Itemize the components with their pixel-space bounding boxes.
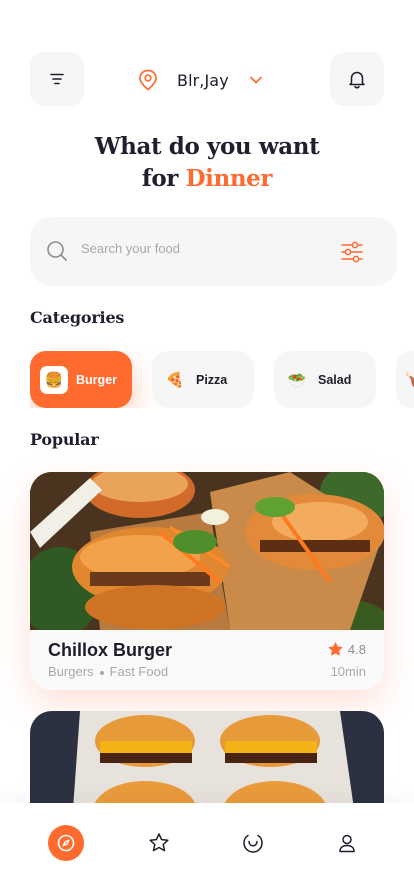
category-label: Burger bbox=[76, 372, 117, 387]
chevron-down-icon bbox=[249, 76, 262, 84]
category-label: Pizza bbox=[196, 372, 228, 387]
category-chip-pizza[interactable]: 🍕 Pizza bbox=[152, 351, 254, 408]
nav-favorites[interactable] bbox=[141, 825, 177, 861]
filter-lines-icon bbox=[50, 73, 64, 85]
bottom-nav bbox=[0, 803, 414, 896]
menu-button[interactable] bbox=[30, 52, 84, 106]
nav-orders[interactable] bbox=[235, 825, 271, 861]
food-tag: Burgers bbox=[48, 664, 94, 679]
popular-title: Popular bbox=[30, 430, 99, 449]
delivery-time: 10min bbox=[330, 664, 366, 679]
headline-line1: What do you want bbox=[94, 133, 320, 160]
burger-icon: 🍔 bbox=[40, 365, 68, 394]
search-input[interactable]: Search your food bbox=[81, 241, 180, 256]
food-card-info: Chillox Burger Burgers Fast Food 4.8 10mi… bbox=[30, 630, 384, 690]
bell-icon bbox=[349, 71, 365, 89]
location-label: Blr,Jay bbox=[177, 70, 229, 90]
map-pin-icon bbox=[139, 69, 157, 91]
category-chip-partial[interactable]: 🍗 bbox=[396, 351, 414, 408]
location-selector[interactable]: Blr,Jay bbox=[138, 67, 263, 93]
food-tags: Burgers Fast Food bbox=[48, 664, 168, 679]
salad-icon: 🥗 bbox=[287, 370, 307, 389]
food-card[interactable]: Chillox Burger Burgers Fast Food 4.8 10mi… bbox=[30, 472, 384, 690]
star-icon bbox=[328, 642, 343, 656]
orders-icon bbox=[243, 834, 263, 853]
food-photo bbox=[30, 472, 384, 630]
food-name: Chillox Burger bbox=[48, 640, 173, 660]
food-rating: 4.8 bbox=[328, 642, 366, 657]
rating-value: 4.8 bbox=[347, 642, 366, 657]
food-tag: Fast Food bbox=[109, 664, 169, 679]
category-list: 🍔 Burger 🍕 Pizza 🥗 Salad 🍗 bbox=[30, 351, 414, 408]
headline-accent: Dinner bbox=[185, 165, 273, 192]
page-headline: What do you want for Dinner bbox=[0, 131, 414, 195]
compass-icon bbox=[57, 834, 75, 852]
profile-icon bbox=[339, 834, 355, 853]
nav-explore[interactable] bbox=[48, 825, 84, 861]
search-bar[interactable]: Search your food bbox=[30, 217, 397, 286]
category-label: Salad bbox=[318, 372, 352, 387]
notification-button[interactable] bbox=[330, 52, 384, 106]
category-chip-burger[interactable]: 🍔 Burger bbox=[30, 351, 132, 408]
nav-profile[interactable] bbox=[329, 825, 365, 861]
top-bar: Blr,Jay bbox=[30, 52, 384, 106]
sliders-icon[interactable] bbox=[341, 241, 363, 263]
category-chip-salad[interactable]: 🥗 Salad bbox=[274, 351, 376, 408]
headline-prefix: for bbox=[141, 165, 179, 192]
star-icon bbox=[149, 833, 169, 852]
separator-dot bbox=[99, 670, 104, 675]
search-icon bbox=[47, 241, 67, 261]
chicken-icon: 🍗 bbox=[401, 367, 414, 393]
headline-line2: for Dinner bbox=[0, 163, 414, 195]
categories-title: Categories bbox=[30, 308, 125, 327]
pizza-icon: 🍕 bbox=[165, 370, 185, 389]
